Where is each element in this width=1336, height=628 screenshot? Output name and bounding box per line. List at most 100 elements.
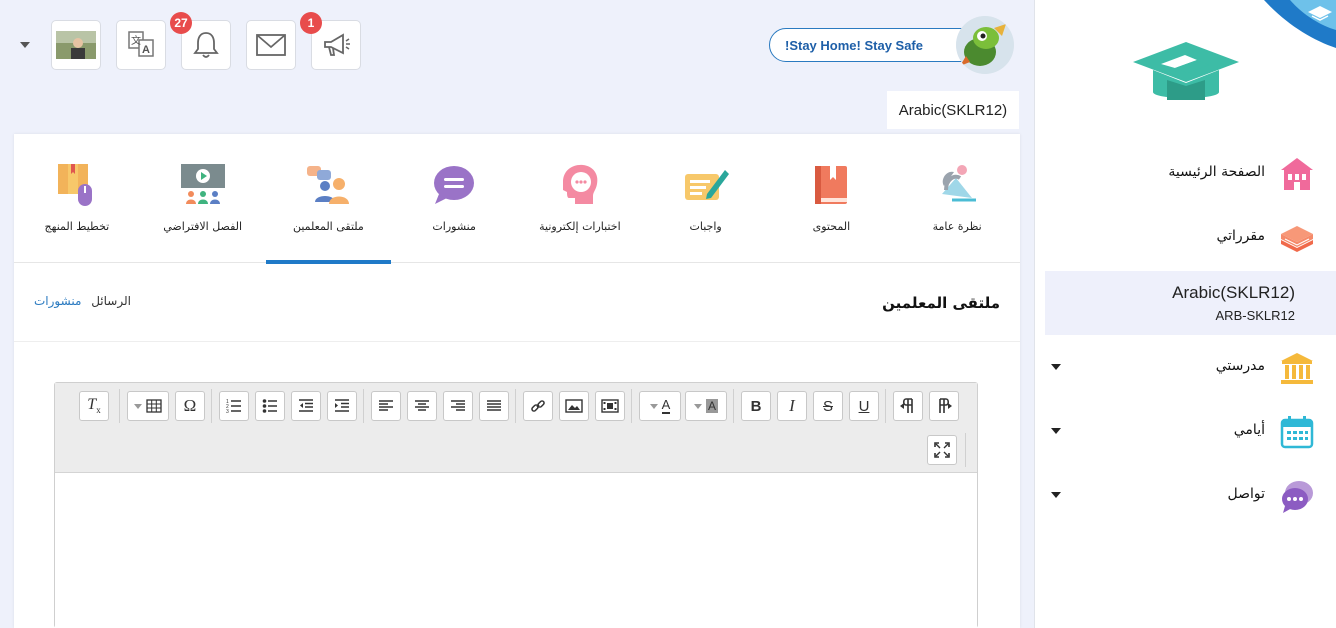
sidebar-item-my-school[interactable]: مدرستي: [1045, 336, 1336, 400]
sidebar-item-label: أيامي: [1233, 422, 1265, 438]
tab-content[interactable]: المحتوى: [769, 134, 895, 263]
strikethrough-button[interactable]: S: [813, 391, 843, 421]
sidebar-item-home[interactable]: الصفحة الرئيسية: [1045, 142, 1336, 206]
bold-button[interactable]: B: [741, 391, 771, 421]
breadcrumb: الرسائل منشورات: [34, 294, 131, 308]
envelope-icon: [256, 34, 286, 56]
paragraph-ltr-icon: [900, 398, 913, 413]
selected-course-code: ARB-SKLR12: [1215, 308, 1295, 323]
tab-virtual-class[interactable]: الفصل الافتراضي: [140, 134, 266, 263]
sidebar-item-communicate[interactable]: تواصل: [1045, 464, 1336, 528]
background-color-icon: A: [705, 399, 718, 413]
user-avatar-button[interactable]: [51, 20, 101, 70]
table-icon: [146, 399, 162, 413]
insert-image-button[interactable]: [559, 391, 589, 421]
translate-icon: A 文: [128, 31, 154, 57]
virtual-class-icon: [180, 164, 225, 204]
sidebar-item-label: مدرستي: [1215, 358, 1265, 374]
assignment-icon: [684, 170, 729, 200]
omega-icon: Ω: [183, 396, 197, 415]
tab-label: واجبات: [689, 220, 722, 233]
chat-bubble-icon: [434, 166, 475, 204]
align-center-icon: [415, 400, 429, 411]
section-header: ملتقى المعلمين الرسائل منشورات: [14, 264, 1020, 342]
editor-content-area[interactable]: [55, 473, 977, 628]
insert-link-button[interactable]: [523, 391, 553, 421]
books-stack-icon: [1281, 226, 1313, 252]
align-right-button[interactable]: [443, 391, 473, 421]
sidebar-item-my-days[interactable]: أيامي: [1045, 400, 1336, 464]
tab-quizzes[interactable]: اختبارات إلكترونية: [517, 134, 643, 263]
course-card: نظرة عامة المحتوى واجبات اختبارات إلكترو…: [14, 134, 1020, 628]
tab-label: ملتقى المعلمين: [292, 220, 364, 233]
align-justify-icon: [487, 400, 501, 411]
avatar: [56, 31, 96, 59]
svg-text:文: 文: [131, 34, 141, 47]
italic-button[interactable]: I: [777, 391, 807, 421]
tab-overview[interactable]: نظرة عامة: [894, 134, 1020, 263]
align-left-button[interactable]: [371, 391, 401, 421]
sidebar-item-selected-course[interactable]: Arabic(SKLR12) ARB-SKLR12: [1045, 271, 1336, 335]
align-justify-button[interactable]: [479, 391, 509, 421]
sidebar-item-my-courses[interactable]: مقرراتي: [1045, 206, 1336, 270]
tab-assignments[interactable]: واجبات: [643, 134, 769, 263]
curriculum-icon: [57, 164, 92, 206]
announcements-button[interactable]: 1: [300, 12, 361, 70]
outdent-button[interactable]: [291, 391, 321, 421]
text-color-button[interactable]: A: [639, 391, 681, 421]
indent-icon: [335, 399, 349, 412]
rtl-direction-button[interactable]: [929, 391, 959, 421]
sidebar-item-label: تواصل: [1227, 486, 1265, 502]
underline-button[interactable]: U: [849, 391, 879, 421]
tab-curriculum[interactable]: تخطيط المنهج: [14, 134, 140, 263]
messages-button[interactable]: [246, 20, 296, 70]
chevron-down-icon[interactable]: [1051, 492, 1061, 498]
stay-home-button[interactable]: !Stay Home! Stay Safe: [769, 28, 979, 62]
rich-text-editor: U S I B A A 1 2 3 Ω Tx: [54, 382, 978, 628]
tab-label: تخطيط المنهج: [44, 220, 110, 233]
special-character-button[interactable]: Ω: [175, 391, 205, 421]
bold-icon: B: [750, 397, 762, 415]
insert-table-button[interactable]: [127, 391, 169, 421]
user-menu-caret-icon[interactable]: [20, 42, 30, 48]
bell-icon: [193, 32, 219, 58]
chevron-down-icon[interactable]: [1051, 428, 1061, 434]
posts-link[interactable]: منشورات: [34, 294, 81, 308]
fullscreen-button[interactable]: [927, 435, 957, 465]
numbered-list-button[interactable]: 1 2 3: [219, 391, 249, 421]
tab-label: نظرة عامة: [932, 220, 982, 233]
school-icon: [1281, 353, 1313, 384]
outdent-icon: [299, 399, 313, 412]
tab-posts[interactable]: منشورات: [391, 134, 517, 263]
tab-label: منشورات: [432, 220, 476, 233]
home-icon: [1281, 158, 1313, 190]
align-right-icon: [451, 400, 465, 411]
chevron-down-icon[interactable]: [1051, 364, 1061, 370]
tab-label: اختبارات إلكترونية: [539, 220, 621, 233]
school-logo-icon: [1133, 42, 1239, 100]
editor-toolbar: U S I B A A 1 2 3 Ω Tx: [55, 383, 977, 473]
translate-button[interactable]: A 文: [116, 20, 166, 70]
notifications-button[interactable]: 27: [170, 12, 231, 70]
corner-decoration: [1264, 0, 1336, 48]
sidebar: الصفحة الرئيسية مقرراتي Arabic(SKLR12) A…: [1034, 0, 1336, 628]
sidebar-item-label: مقرراتي: [1216, 228, 1265, 244]
messages-link[interactable]: الرسائل: [91, 294, 131, 308]
megaphone-icon: [324, 33, 350, 56]
clear-formatting-button[interactable]: Tx: [79, 391, 109, 421]
svg-text:A: A: [142, 44, 150, 56]
align-center-button[interactable]: [407, 391, 437, 421]
tab-teachers-forum[interactable]: ملتقى المعلمين: [265, 134, 392, 264]
insert-media-button[interactable]: [595, 391, 625, 421]
section-title: ملتقى المعلمين: [882, 294, 1000, 312]
background-color-button[interactable]: A: [685, 391, 727, 421]
numbered-list-icon: 1 2 3: [226, 399, 241, 414]
bullet-list-icon: [262, 399, 277, 413]
course-tabs: نظرة عامة المحتوى واجبات اختبارات إلكترو…: [14, 134, 1020, 264]
svg-text:3: 3: [226, 409, 229, 414]
top-bar: A 文 27 1 !Stay Home! Stay Safe: [0, 0, 1034, 90]
sidebar-item-label: الصفحة الرئيسية: [1168, 164, 1265, 180]
bullet-list-button[interactable]: [255, 391, 285, 421]
indent-button[interactable]: [327, 391, 357, 421]
ltr-direction-button[interactable]: [893, 391, 923, 421]
